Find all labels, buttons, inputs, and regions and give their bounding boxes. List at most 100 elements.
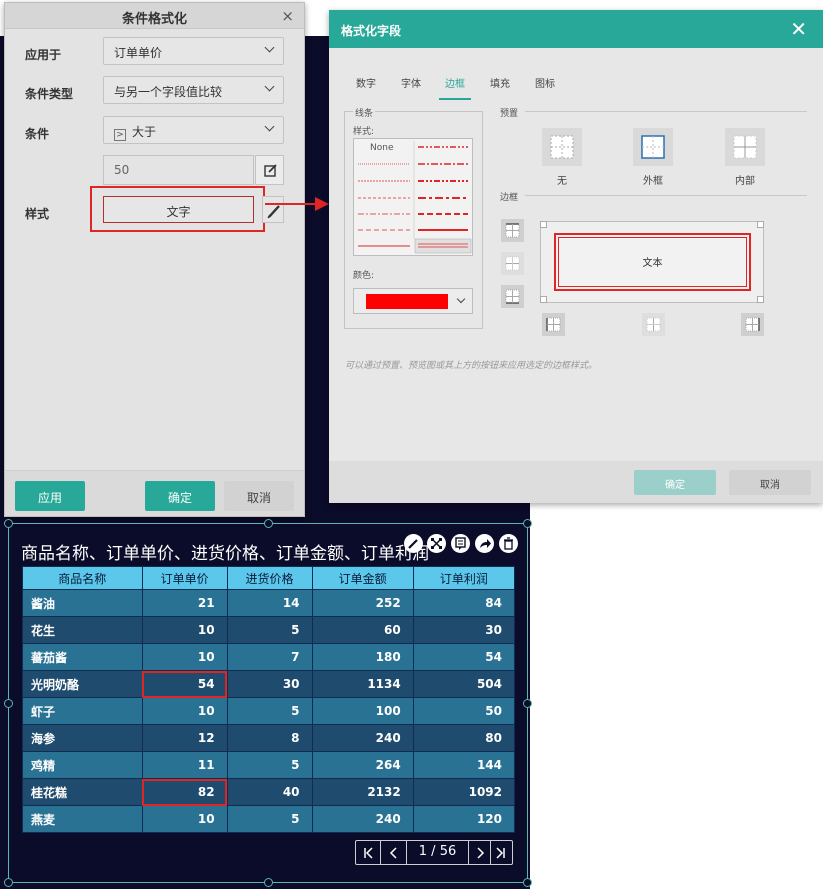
border-section-label: 边框 xyxy=(500,193,519,203)
border-middle-icon xyxy=(505,256,520,271)
highlighted-cell: 82 xyxy=(141,778,228,806)
current-page: 1 xyxy=(418,844,428,859)
table-widget[interactable]: 商品名称、订单单价、进货价格、订单金额、订单利润 商品名称 订单单价 进货价格 … xyxy=(4,519,532,887)
column-header[interactable]: 订单金额 xyxy=(311,566,414,590)
last-page-icon xyxy=(496,847,505,859)
prev-page-button[interactable] xyxy=(381,841,407,864)
edit-icon xyxy=(264,164,277,177)
color-picker[interactable] xyxy=(353,288,473,314)
highlighted-cell: 54 xyxy=(141,670,228,698)
apply-button[interactable]: 应用 xyxy=(15,481,85,511)
resize-handle[interactable] xyxy=(264,519,273,528)
border-top-button[interactable] xyxy=(501,219,524,242)
column-header[interactable]: 进货价格 xyxy=(226,566,313,590)
border-right-button[interactable] xyxy=(741,313,764,336)
apply-to-label: 应用于 xyxy=(25,48,62,62)
resize-handle[interactable] xyxy=(523,878,532,887)
preset-section-label: 预置 xyxy=(500,109,519,119)
column-header[interactable]: 商品名称 xyxy=(22,566,143,590)
table-cell: 60 xyxy=(311,616,414,644)
table-cell: 144 xyxy=(412,751,516,779)
line-style-none[interactable]: None xyxy=(370,143,393,153)
trash-icon xyxy=(504,537,513,550)
table-cell: 180 xyxy=(311,643,414,671)
border-bottom-button[interactable] xyxy=(501,285,524,308)
table-cell: 蕃茄酱 xyxy=(22,643,143,671)
next-page-button[interactable] xyxy=(469,841,491,864)
style-preview-button[interactable]: 文字 xyxy=(103,196,254,223)
apply-to-select[interactable]: 订单单价 xyxy=(103,37,284,65)
close-icon[interactable]: ✕ xyxy=(790,17,807,41)
arrow-right-icon xyxy=(265,197,329,211)
resize-handle[interactable] xyxy=(523,519,532,528)
table-cell: 84 xyxy=(412,589,516,617)
edit-value-button[interactable] xyxy=(255,155,284,185)
preset-outline-button[interactable] xyxy=(633,128,673,166)
tab-font[interactable]: 字体 xyxy=(401,75,421,90)
border-middle-h-button[interactable] xyxy=(501,252,524,275)
border-middle-v-button[interactable] xyxy=(642,313,665,336)
delete-widget-button[interactable] xyxy=(499,534,518,553)
table-cell: 240 xyxy=(311,805,414,833)
table-cell: 21 xyxy=(141,589,228,617)
line-style-picker[interactable]: None xyxy=(353,138,473,256)
share-widget-button[interactable] xyxy=(475,534,494,553)
preset-none-label: 无 xyxy=(557,176,567,187)
table-cell: 10 xyxy=(141,616,228,644)
table-cell: 5 xyxy=(226,751,313,779)
expand-widget-button[interactable] xyxy=(427,534,446,553)
border-preview-cell[interactable]: 文本 xyxy=(554,233,751,291)
comment-widget-button[interactable] xyxy=(451,534,470,553)
cancel-button[interactable]: 取消 xyxy=(729,470,811,495)
first-page-icon xyxy=(364,847,373,859)
border-right-icon xyxy=(745,317,760,332)
close-icon[interactable]: × xyxy=(281,7,294,25)
preset-none-button[interactable] xyxy=(542,128,582,166)
column-header[interactable]: 订单利润 xyxy=(412,566,516,590)
edit-widget-button[interactable] xyxy=(404,534,423,553)
table-row: 燕麦 10 5 240 120 xyxy=(22,805,516,833)
first-page-button[interactable] xyxy=(356,841,381,864)
cancel-button[interactable]: 取消 xyxy=(224,481,294,511)
border-left-icon xyxy=(546,317,561,332)
resize-handle[interactable] xyxy=(4,519,13,528)
resize-handle[interactable] xyxy=(523,699,532,708)
corner-handle xyxy=(540,296,547,303)
dialog-footer: 应用 确定 取消 xyxy=(5,470,304,516)
border-top-icon xyxy=(505,223,520,238)
tab-number[interactable]: 数字 xyxy=(356,75,376,90)
chevron-right-icon xyxy=(477,847,485,859)
table-cell: 252 xyxy=(311,589,414,617)
tab-fill[interactable]: 填充 xyxy=(490,75,510,90)
condition-type-select[interactable]: 与另一个字段值比较 xyxy=(103,76,284,104)
format-field-dialog: 格式化字段 ✕ 数字 字体 边框 填充 图标 线条 样式: None 颜色: 预… xyxy=(329,10,823,503)
last-page-button[interactable] xyxy=(491,841,512,864)
condition-operator-select[interactable]: > 大于 xyxy=(103,116,284,144)
table-cell: 40 xyxy=(226,778,313,806)
ok-button[interactable]: 确定 xyxy=(145,481,215,511)
resize-handle[interactable] xyxy=(264,878,273,887)
data-table: 商品名称 订单单价 进货价格 订单金额 订单利润 酱油 21 14 252 84… xyxy=(22,566,516,833)
chevron-down-icon xyxy=(264,121,275,132)
condition-operator-value: 大于 xyxy=(132,125,157,139)
condition-type-value: 与另一个字段值比较 xyxy=(114,85,223,99)
table-header-row: 商品名称 订单单价 进货价格 订单金额 订单利润 xyxy=(22,566,516,590)
border-left-button[interactable] xyxy=(542,313,565,336)
tab-icon[interactable]: 图标 xyxy=(535,75,555,90)
table-cell: 240 xyxy=(311,724,414,752)
resize-handle[interactable] xyxy=(4,878,13,887)
table-cell: 5 xyxy=(226,697,313,725)
compare-value-input[interactable]: 50 xyxy=(103,155,254,185)
corner-handle xyxy=(757,296,764,303)
resize-handle[interactable] xyxy=(4,699,13,708)
table-cell: 120 xyxy=(412,805,516,833)
table-row: 鸡精 11 5 264 144 xyxy=(22,751,516,779)
table-row: 花生 10 5 60 30 xyxy=(22,616,516,644)
preset-inside-button[interactable] xyxy=(725,128,765,166)
table-cell: 7 xyxy=(226,643,313,671)
ok-button[interactable]: 确定 xyxy=(634,470,716,495)
table-cell: 8 xyxy=(226,724,313,752)
color-swatch xyxy=(366,294,448,309)
column-header[interactable]: 订单单价 xyxy=(141,566,228,590)
tab-border[interactable]: 边框 xyxy=(445,75,465,90)
